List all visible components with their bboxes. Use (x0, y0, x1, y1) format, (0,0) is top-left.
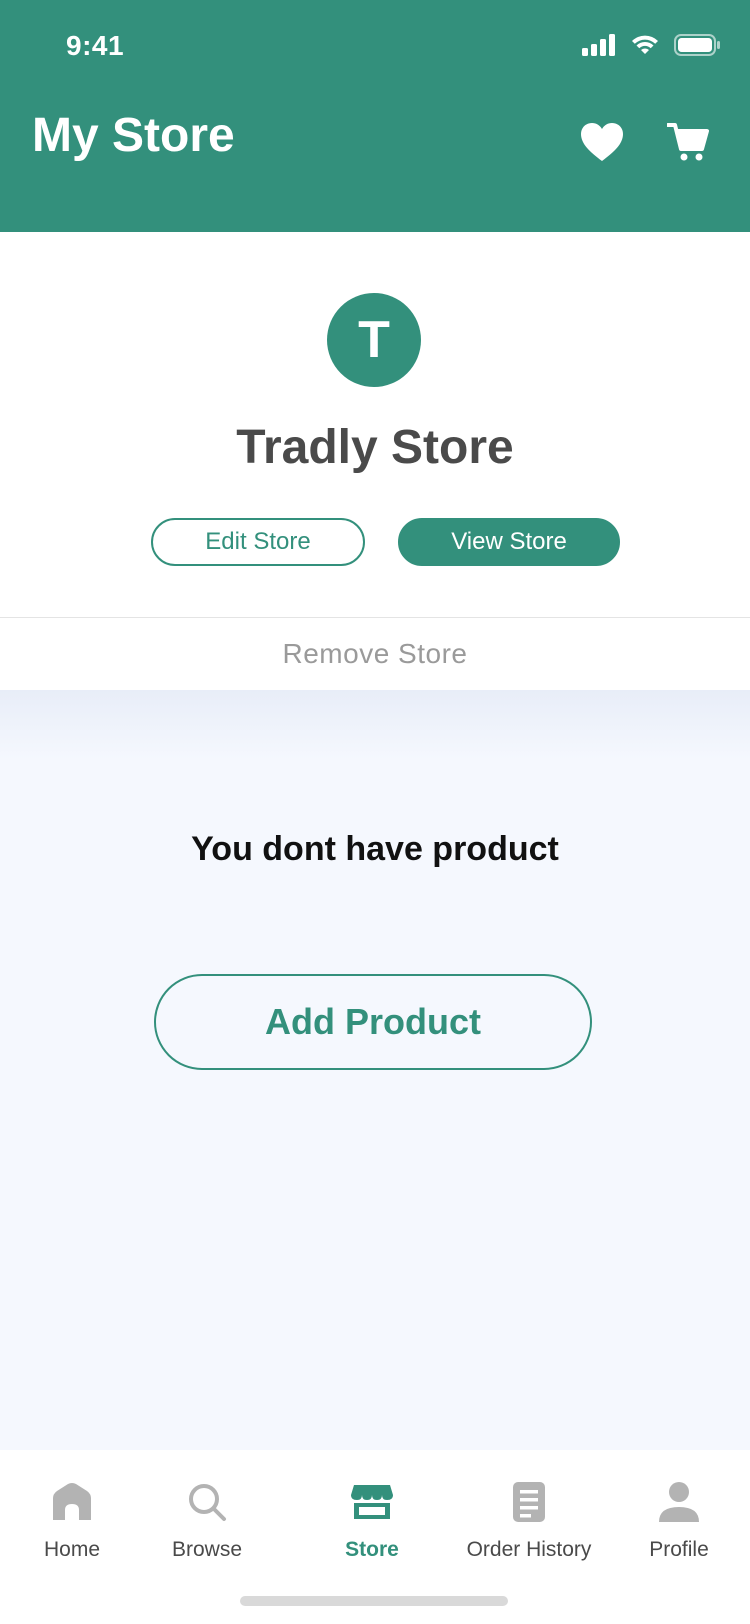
tab-label: Order History (466, 1538, 592, 1561)
status-time: 9:41 (66, 30, 125, 61)
cart-icon (667, 123, 709, 161)
signal-icon (582, 34, 615, 56)
tab-store[interactable]: Store (297, 1478, 447, 1562)
remove-store-button[interactable]: Remove Store (0, 617, 750, 690)
cart-button[interactable] (664, 118, 712, 166)
store-card: T Tradly Store Edit Store View Store (0, 232, 750, 617)
tab-browse[interactable]: Browse (132, 1478, 282, 1562)
tab-label: Browse (171, 1538, 243, 1561)
view-store-button[interactable]: View Store (398, 518, 620, 566)
products-empty-state: You dont have product Add Product (0, 690, 750, 1450)
bottom-tab-bar: Home Browse Store Order History Profile (0, 1450, 750, 1624)
store-avatar: T (327, 293, 421, 387)
search-icon (189, 1484, 226, 1521)
store-name: Tradly Store (236, 421, 514, 474)
add-product-button[interactable]: Add Product (154, 974, 592, 1070)
person-icon (659, 1482, 699, 1522)
tab-profile[interactable]: Profile (604, 1478, 750, 1562)
empty-message: You dont have product (191, 830, 559, 868)
remove-store-label: Remove Store (282, 638, 468, 669)
edit-store-button[interactable]: Edit Store (151, 518, 365, 566)
store-icon (351, 1485, 393, 1519)
battery-icon (674, 34, 720, 56)
document-icon (513, 1482, 545, 1522)
status-icons (582, 34, 720, 56)
tab-label: Home (43, 1538, 101, 1561)
app-header: 9:41 My Store (0, 0, 750, 232)
page-title: My Store (32, 109, 235, 162)
tab-home[interactable]: Home (0, 1478, 147, 1562)
home-icon (53, 1483, 91, 1520)
tab-order-history[interactable]: Order History (454, 1478, 604, 1562)
wishlist-button[interactable] (578, 118, 626, 166)
heart-icon (581, 123, 623, 161)
home-indicator (240, 1596, 508, 1606)
tab-label: Store (345, 1538, 399, 1561)
wifi-icon (632, 35, 658, 54)
tab-label: Profile (649, 1538, 709, 1561)
